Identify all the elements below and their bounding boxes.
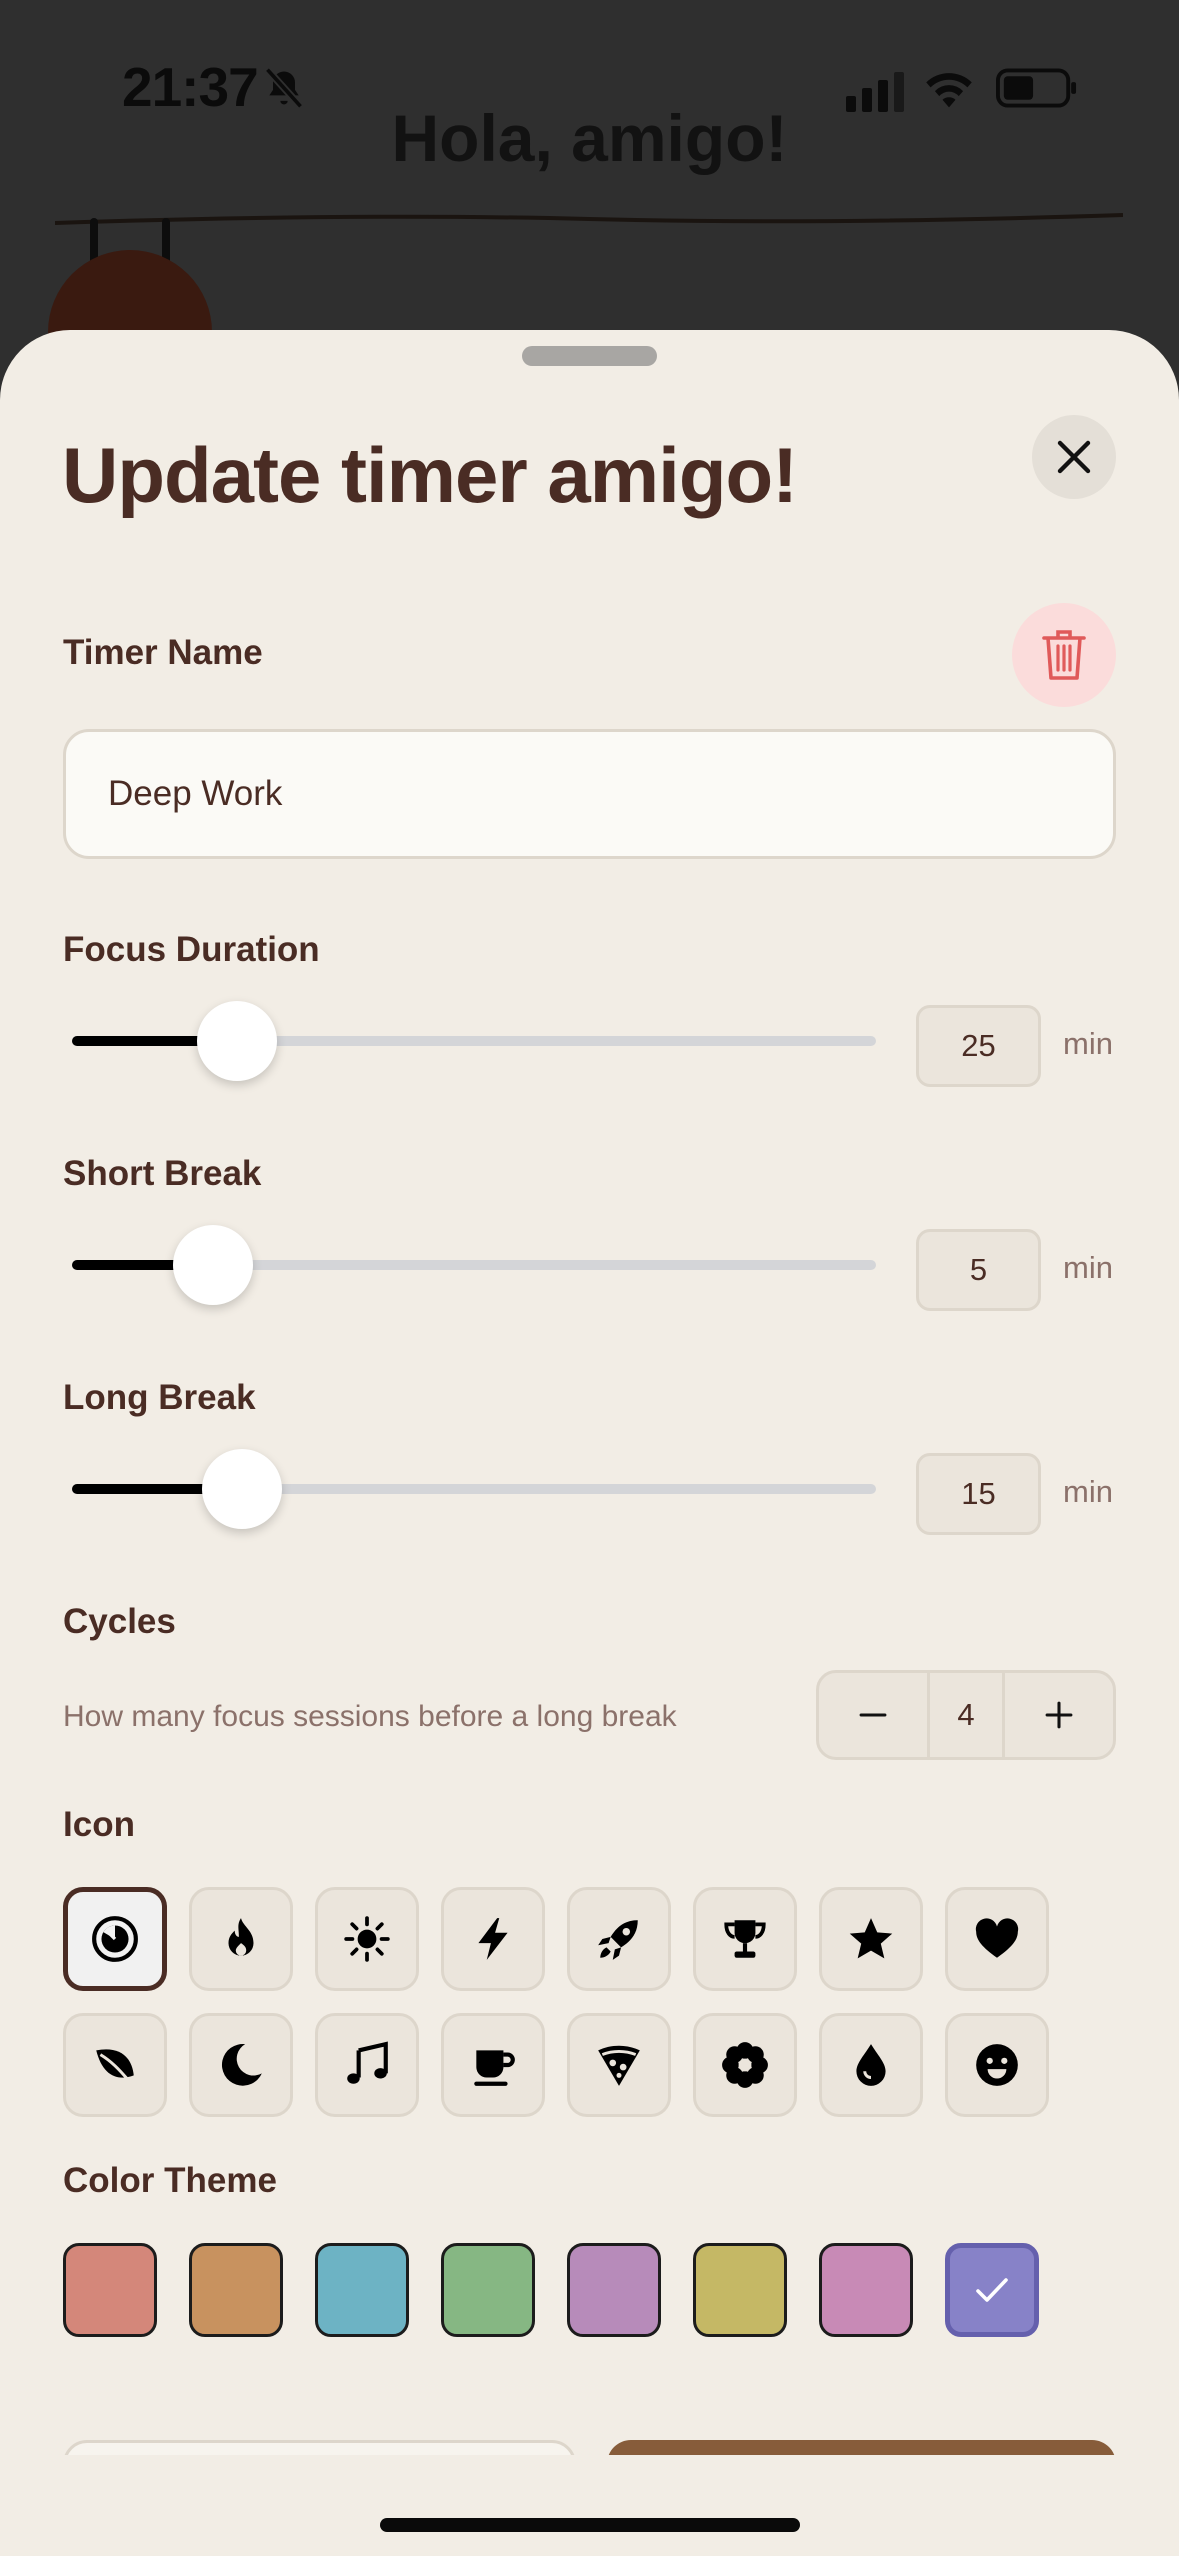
slider-thumb[interactable] xyxy=(202,1449,283,1529)
background-greeting: Hola, amigo! xyxy=(391,101,788,175)
icon-option-music[interactable] xyxy=(315,2013,419,2117)
edit-timer-sheet: Update timer amigo! Timer Name Focus Dur… xyxy=(0,330,1179,2556)
timer-name-label: Timer Name xyxy=(63,633,263,672)
timer-name-input[interactable] xyxy=(63,729,1116,859)
decrement-button[interactable] xyxy=(819,1673,927,1757)
icon-option-trophy[interactable] xyxy=(693,1887,797,1991)
icon-option-flower[interactable] xyxy=(693,2013,797,2117)
drop-icon xyxy=(856,2044,886,2086)
cycles-label: Cycles xyxy=(63,1602,176,1641)
cycles-stepper: 4 xyxy=(816,1670,1116,1760)
trash-icon xyxy=(1042,630,1086,680)
home-indicator xyxy=(380,2518,800,2532)
smiley-icon xyxy=(976,2044,1018,2086)
leaf-icon xyxy=(96,2049,134,2083)
heart-icon xyxy=(975,1918,1019,1958)
color-swatch[interactable] xyxy=(945,2243,1039,2337)
long-break-unit: min xyxy=(1063,1474,1113,1509)
delete-timer-button[interactable] xyxy=(1012,603,1116,707)
color-picker xyxy=(63,2243,1039,2337)
short-break-label: Short Break xyxy=(63,1154,262,1193)
star-icon xyxy=(849,1918,893,1959)
icon-picker xyxy=(63,1887,1053,2139)
minus-icon xyxy=(859,1713,887,1717)
color-theme-label: Color Theme xyxy=(63,2161,277,2200)
sheet-title: Update timer amigo! xyxy=(62,431,798,519)
close-icon xyxy=(1057,440,1091,474)
icon-option-heart[interactable] xyxy=(945,1887,1049,1991)
slider-thumb[interactable] xyxy=(196,1001,277,1081)
focus-duration-value[interactable]: 25 xyxy=(916,1005,1041,1087)
icon-option-coffee[interactable] xyxy=(441,2013,545,2117)
trophy-icon xyxy=(724,1920,766,1958)
color-swatch[interactable] xyxy=(315,2243,409,2337)
icon-option-moon[interactable] xyxy=(189,2013,293,2117)
sheet-grabber[interactable] xyxy=(522,346,657,366)
icon-option-drop[interactable] xyxy=(819,2013,923,2117)
long-break-value[interactable]: 15 xyxy=(916,1453,1041,1535)
coffee-cup-icon xyxy=(474,2050,515,2086)
color-swatch[interactable] xyxy=(441,2243,535,2337)
cycles-description: How many focus sessions before a long br… xyxy=(63,1700,677,1733)
rocket-icon xyxy=(598,1920,638,1960)
pizza-icon xyxy=(598,2045,640,2086)
short-break-slider[interactable] xyxy=(72,1225,876,1305)
moon-icon xyxy=(221,2044,262,2086)
flame-icon xyxy=(228,1918,254,1956)
cycles-value: 4 xyxy=(927,1673,1005,1757)
icon-option-flame[interactable] xyxy=(189,1887,293,1991)
short-break-value[interactable]: 5 xyxy=(916,1229,1041,1311)
icon-option-pizza[interactable] xyxy=(567,2013,671,2117)
color-swatch[interactable] xyxy=(189,2243,283,2337)
color-swatch[interactable] xyxy=(567,2243,661,2337)
music-note-icon xyxy=(347,2041,388,2084)
icon-option-smiley[interactable] xyxy=(945,2013,1049,2117)
icon-label: Icon xyxy=(63,1805,135,1844)
sheet-bottom-area xyxy=(0,2455,1179,2556)
icon-option-rocket[interactable] xyxy=(567,1887,671,1991)
icon-option-star[interactable] xyxy=(819,1887,923,1991)
close-button[interactable] xyxy=(1032,415,1116,499)
decorative-branch xyxy=(55,213,1123,225)
color-swatch[interactable] xyxy=(63,2243,157,2337)
slider-thumb[interactable] xyxy=(172,1225,253,1305)
icon-option-leaf[interactable] xyxy=(63,2013,167,2117)
short-break-unit: min xyxy=(1063,1250,1113,1285)
long-break-slider[interactable] xyxy=(72,1449,876,1529)
focus-duration-unit: min xyxy=(1063,1026,1113,1061)
icon-option-timer[interactable] xyxy=(63,1887,167,1991)
focus-duration-slider[interactable] xyxy=(72,1001,876,1081)
checkmark-icon xyxy=(976,2278,1008,2302)
focus-duration-label: Focus Duration xyxy=(63,930,320,969)
sun-icon xyxy=(344,1916,390,1962)
color-swatch[interactable] xyxy=(819,2243,913,2337)
plus-icon xyxy=(1045,1701,1073,1729)
icon-option-sun[interactable] xyxy=(315,1887,419,1991)
increment-button[interactable] xyxy=(1005,1673,1113,1757)
color-swatch[interactable] xyxy=(693,2243,787,2337)
long-break-label: Long Break xyxy=(63,1378,256,1417)
timer-icon xyxy=(92,1916,138,1962)
flower-icon xyxy=(722,2042,768,2088)
icon-option-bolt[interactable] xyxy=(441,1887,545,1991)
bolt-icon xyxy=(478,1918,508,1960)
